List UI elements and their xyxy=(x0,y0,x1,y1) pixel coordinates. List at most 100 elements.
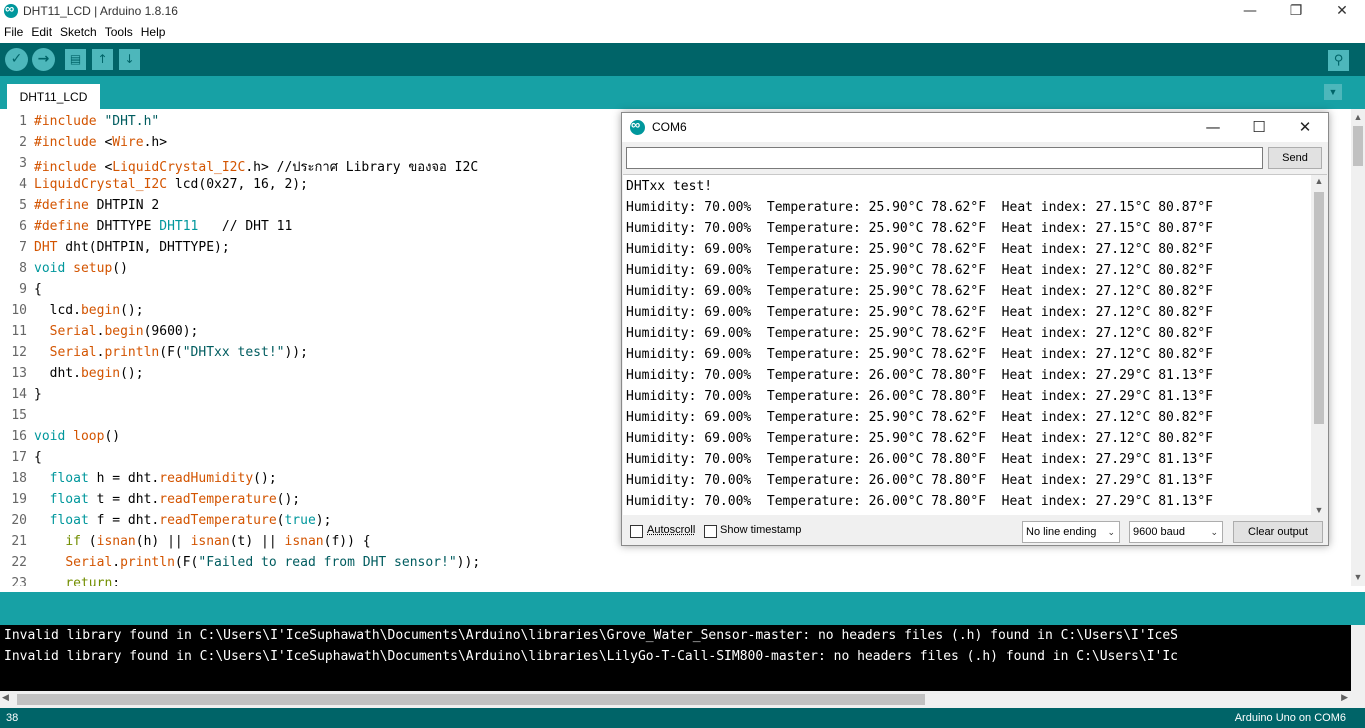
code-token: #include xyxy=(34,135,105,150)
code-line: #define DHTPIN 2 xyxy=(34,198,159,213)
line-number: 16 xyxy=(11,429,27,444)
code-token: DHTPIN 2 xyxy=(88,198,160,213)
scroll-thumb[interactable] xyxy=(1353,126,1363,166)
code-token: loop xyxy=(73,429,105,444)
menu-edit[interactable]: Edit xyxy=(27,22,56,39)
menu-help[interactable]: Help xyxy=(137,22,170,39)
upload-icon[interactable]: → xyxy=(32,48,55,71)
code-line: DHT dht(DHTPIN, DHTTYPE); xyxy=(34,240,230,255)
code-line: LiquidCrystal_I2C lcd(0x27, 16, 2); xyxy=(34,177,308,192)
save-sketch-icon[interactable]: ↓ xyxy=(119,49,140,70)
code-token: DHT11 xyxy=(159,219,199,234)
code-line: float f = dht.readTemperature(true); xyxy=(34,513,332,528)
new-sketch-icon[interactable]: ▤ xyxy=(65,49,86,70)
scroll-thumb[interactable] xyxy=(17,694,925,705)
code-token: begin xyxy=(80,366,121,381)
line-number: 1 xyxy=(19,114,27,129)
tab-dht11-lcd[interactable]: DHT11_LCD xyxy=(7,84,100,109)
autoscroll-checkbox[interactable] xyxy=(630,525,643,538)
serial-output-line: Humidity: 69.00% Temperature: 25.90°C 78… xyxy=(626,284,1213,299)
menu-file[interactable]: File xyxy=(0,22,27,39)
tab-menu-chevron-down-icon[interactable]: ▼ xyxy=(1324,84,1342,100)
line-number: 8 xyxy=(19,261,27,276)
code-token: // DHT 11 xyxy=(198,219,293,234)
scroll-right-icon[interactable]: ▶ xyxy=(1341,692,1348,703)
code-line: return; xyxy=(34,576,120,586)
serial-minimize-button[interactable]: — xyxy=(1190,113,1236,142)
serial-output-line: Humidity: 69.00% Temperature: 25.90°C 78… xyxy=(626,263,1213,278)
serial-send-input[interactable] xyxy=(626,147,1263,169)
arduino-logo-icon xyxy=(630,117,645,135)
code-token: (f)) { xyxy=(323,534,371,549)
close-button[interactable]: ✕ xyxy=(1319,0,1365,22)
scroll-down-icon[interactable]: ▼ xyxy=(1311,505,1327,515)
line-number: 22 xyxy=(11,555,27,570)
line-number: 14 xyxy=(11,387,27,402)
autoscroll-label[interactable]: Autoscroll xyxy=(647,524,695,536)
code-token: begin xyxy=(80,303,121,318)
baud-rate-select[interactable]: 9600 baud ⌄ xyxy=(1129,521,1223,543)
serial-output-line: Humidity: 69.00% Temperature: 25.90°C 78… xyxy=(626,347,1213,362)
serial-output-line: Humidity: 69.00% Temperature: 25.90°C 78… xyxy=(626,242,1213,257)
code-token: (h) || xyxy=(135,534,191,549)
code-token: dht(DHTPIN, DHTTYPE); xyxy=(57,240,230,255)
code-line: float h = dht.readHumidity(); xyxy=(34,471,277,486)
open-sketch-icon[interactable]: ↑ xyxy=(92,49,113,70)
send-button[interactable]: Send xyxy=(1268,147,1322,169)
toolbar: ✓ → ▤ ↑ ↓ xyxy=(0,43,1365,76)
code-line: #include "DHT.h" xyxy=(34,114,159,129)
code-line: Serial.begin(9600); xyxy=(34,324,199,339)
line-number: 18 xyxy=(11,471,27,486)
code-token: isnan xyxy=(96,534,136,549)
code-token: DHT xyxy=(34,240,58,255)
code-token: #include xyxy=(34,114,105,129)
code-token: "DHT.h" xyxy=(104,114,160,129)
line-number: 19 xyxy=(11,492,27,507)
menu-bar: File Edit Sketch Tools Help xyxy=(0,22,1365,42)
menu-sketch[interactable]: Sketch xyxy=(56,22,101,39)
serial-output-line: Humidity: 70.00% Temperature: 26.00°C 78… xyxy=(626,494,1213,509)
scroll-down-icon[interactable]: ▼ xyxy=(1351,569,1365,586)
code-token: (); xyxy=(276,492,301,507)
maximize-button[interactable]: ❐ xyxy=(1273,0,1319,22)
line-ending-select[interactable]: No line ending ⌄ xyxy=(1022,521,1120,543)
serial-output-line: Humidity: 69.00% Temperature: 25.90°C 78… xyxy=(626,410,1213,425)
scroll-up-icon[interactable]: ▲ xyxy=(1311,176,1327,186)
show-timestamp-checkbox[interactable] xyxy=(704,525,717,538)
menu-tools[interactable]: Tools xyxy=(101,22,137,39)
line-number: 21 xyxy=(11,534,27,549)
scroll-thumb[interactable] xyxy=(1314,192,1324,424)
serial-footer: Autoscroll Show timestamp No line ending… xyxy=(622,517,1328,545)
code-token: void xyxy=(34,261,66,276)
code-token: (t) || xyxy=(229,534,285,549)
serial-close-button[interactable]: ✕ xyxy=(1282,113,1328,142)
serial-output-scrollbar[interactable]: ▲ ▼ xyxy=(1311,175,1327,515)
code-token: ); xyxy=(315,513,332,528)
tab-bar: DHT11_LCD xyxy=(0,76,1365,109)
serial-maximize-button[interactable]: ☐ xyxy=(1236,113,1282,142)
title-bar: DHT11_LCD | Arduino 1.8.16 — ❐ ✕ xyxy=(0,0,1365,22)
code-token: ( xyxy=(80,534,97,549)
verify-icon[interactable]: ✓ xyxy=(5,48,28,71)
minimize-button[interactable]: — xyxy=(1227,0,1273,22)
serial-monitor-icon[interactable]: ⚲ xyxy=(1328,50,1349,71)
window-title: DHT11_LCD | Arduino 1.8.16 xyxy=(23,4,178,18)
console-horizontal-scrollbar[interactable]: ◀ ▶ xyxy=(0,691,1351,708)
scroll-up-icon[interactable]: ▲ xyxy=(1351,109,1365,126)
console-output[interactable]: Invalid library found in C:\Users\I'IceS… xyxy=(0,625,1365,691)
code-token: h = dht. xyxy=(88,471,160,486)
code-token: () xyxy=(104,429,121,444)
code-token: () xyxy=(112,261,128,276)
line-number: 3 xyxy=(19,156,27,171)
scroll-left-icon[interactable]: ◀ xyxy=(2,692,9,703)
clear-output-button[interactable]: Clear output xyxy=(1233,521,1323,543)
console-vertical-scrollbar[interactable] xyxy=(1351,625,1365,708)
editor-vertical-scrollbar[interactable]: ▲ ▼ xyxy=(1351,109,1365,586)
serial-output[interactable]: Humidity: 70.00% Temperature: 26.00°C 78… xyxy=(623,174,1327,515)
code-token: Serial xyxy=(49,345,97,360)
serial-output-line: Humidity: 70.00% Temperature: 25.90°C 78… xyxy=(626,221,1213,236)
show-timestamp-label[interactable]: Show timestamp xyxy=(720,524,801,536)
